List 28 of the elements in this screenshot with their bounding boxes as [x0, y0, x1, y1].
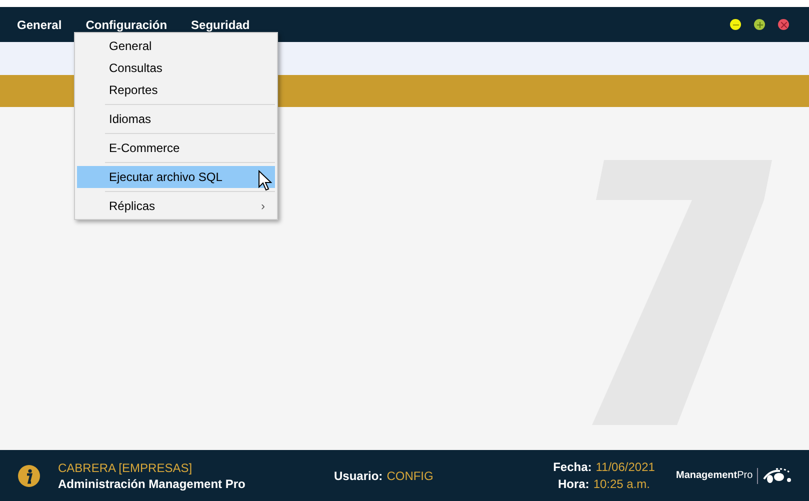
- menu-option[interactable]: E-Commerce: [77, 137, 275, 159]
- company-name: CABRERA [EMPRESAS]: [58, 460, 194, 474]
- user-label: Usuario:: [334, 468, 383, 482]
- logo-text: ManagementPro: [676, 470, 753, 481]
- menu-item[interactable]: General: [17, 16, 62, 34]
- menu-option[interactable]: Reportes: [77, 79, 275, 101]
- menu-item[interactable]: Seguridad: [191, 16, 250, 34]
- menu-option[interactable]: Réplicas ›: [77, 195, 275, 217]
- menu-option[interactable]: Idiomas: [77, 108, 275, 130]
- time-label: Hora:: [558, 477, 590, 491]
- menu-option[interactable]: Consultas: [77, 57, 275, 79]
- menu-item[interactable]: Configuración: [86, 16, 168, 34]
- close-icon: [780, 22, 786, 28]
- time-value: 10:25 a.m.: [593, 477, 650, 491]
- info-icon: [18, 464, 40, 486]
- close-button[interactable]: [778, 19, 789, 30]
- minus-icon: [732, 22, 738, 28]
- user-value: CONFIG: [386, 468, 434, 482]
- menu-option[interactable]: General: [77, 35, 275, 57]
- app-name: Administración Management Pro: [58, 476, 246, 490]
- minimize-button[interactable]: [730, 19, 741, 30]
- plus-icon: [756, 22, 762, 28]
- date-label: Fecha:: [553, 460, 592, 474]
- menu-option[interactable]: Ejecutar archivo SQL: [77, 166, 275, 188]
- swoosh-logo-icon: [762, 466, 792, 484]
- mouse-pointer-icon: [258, 170, 272, 192]
- date-value: 11/06/2021: [596, 460, 655, 474]
- maximize-button[interactable]: [754, 19, 765, 30]
